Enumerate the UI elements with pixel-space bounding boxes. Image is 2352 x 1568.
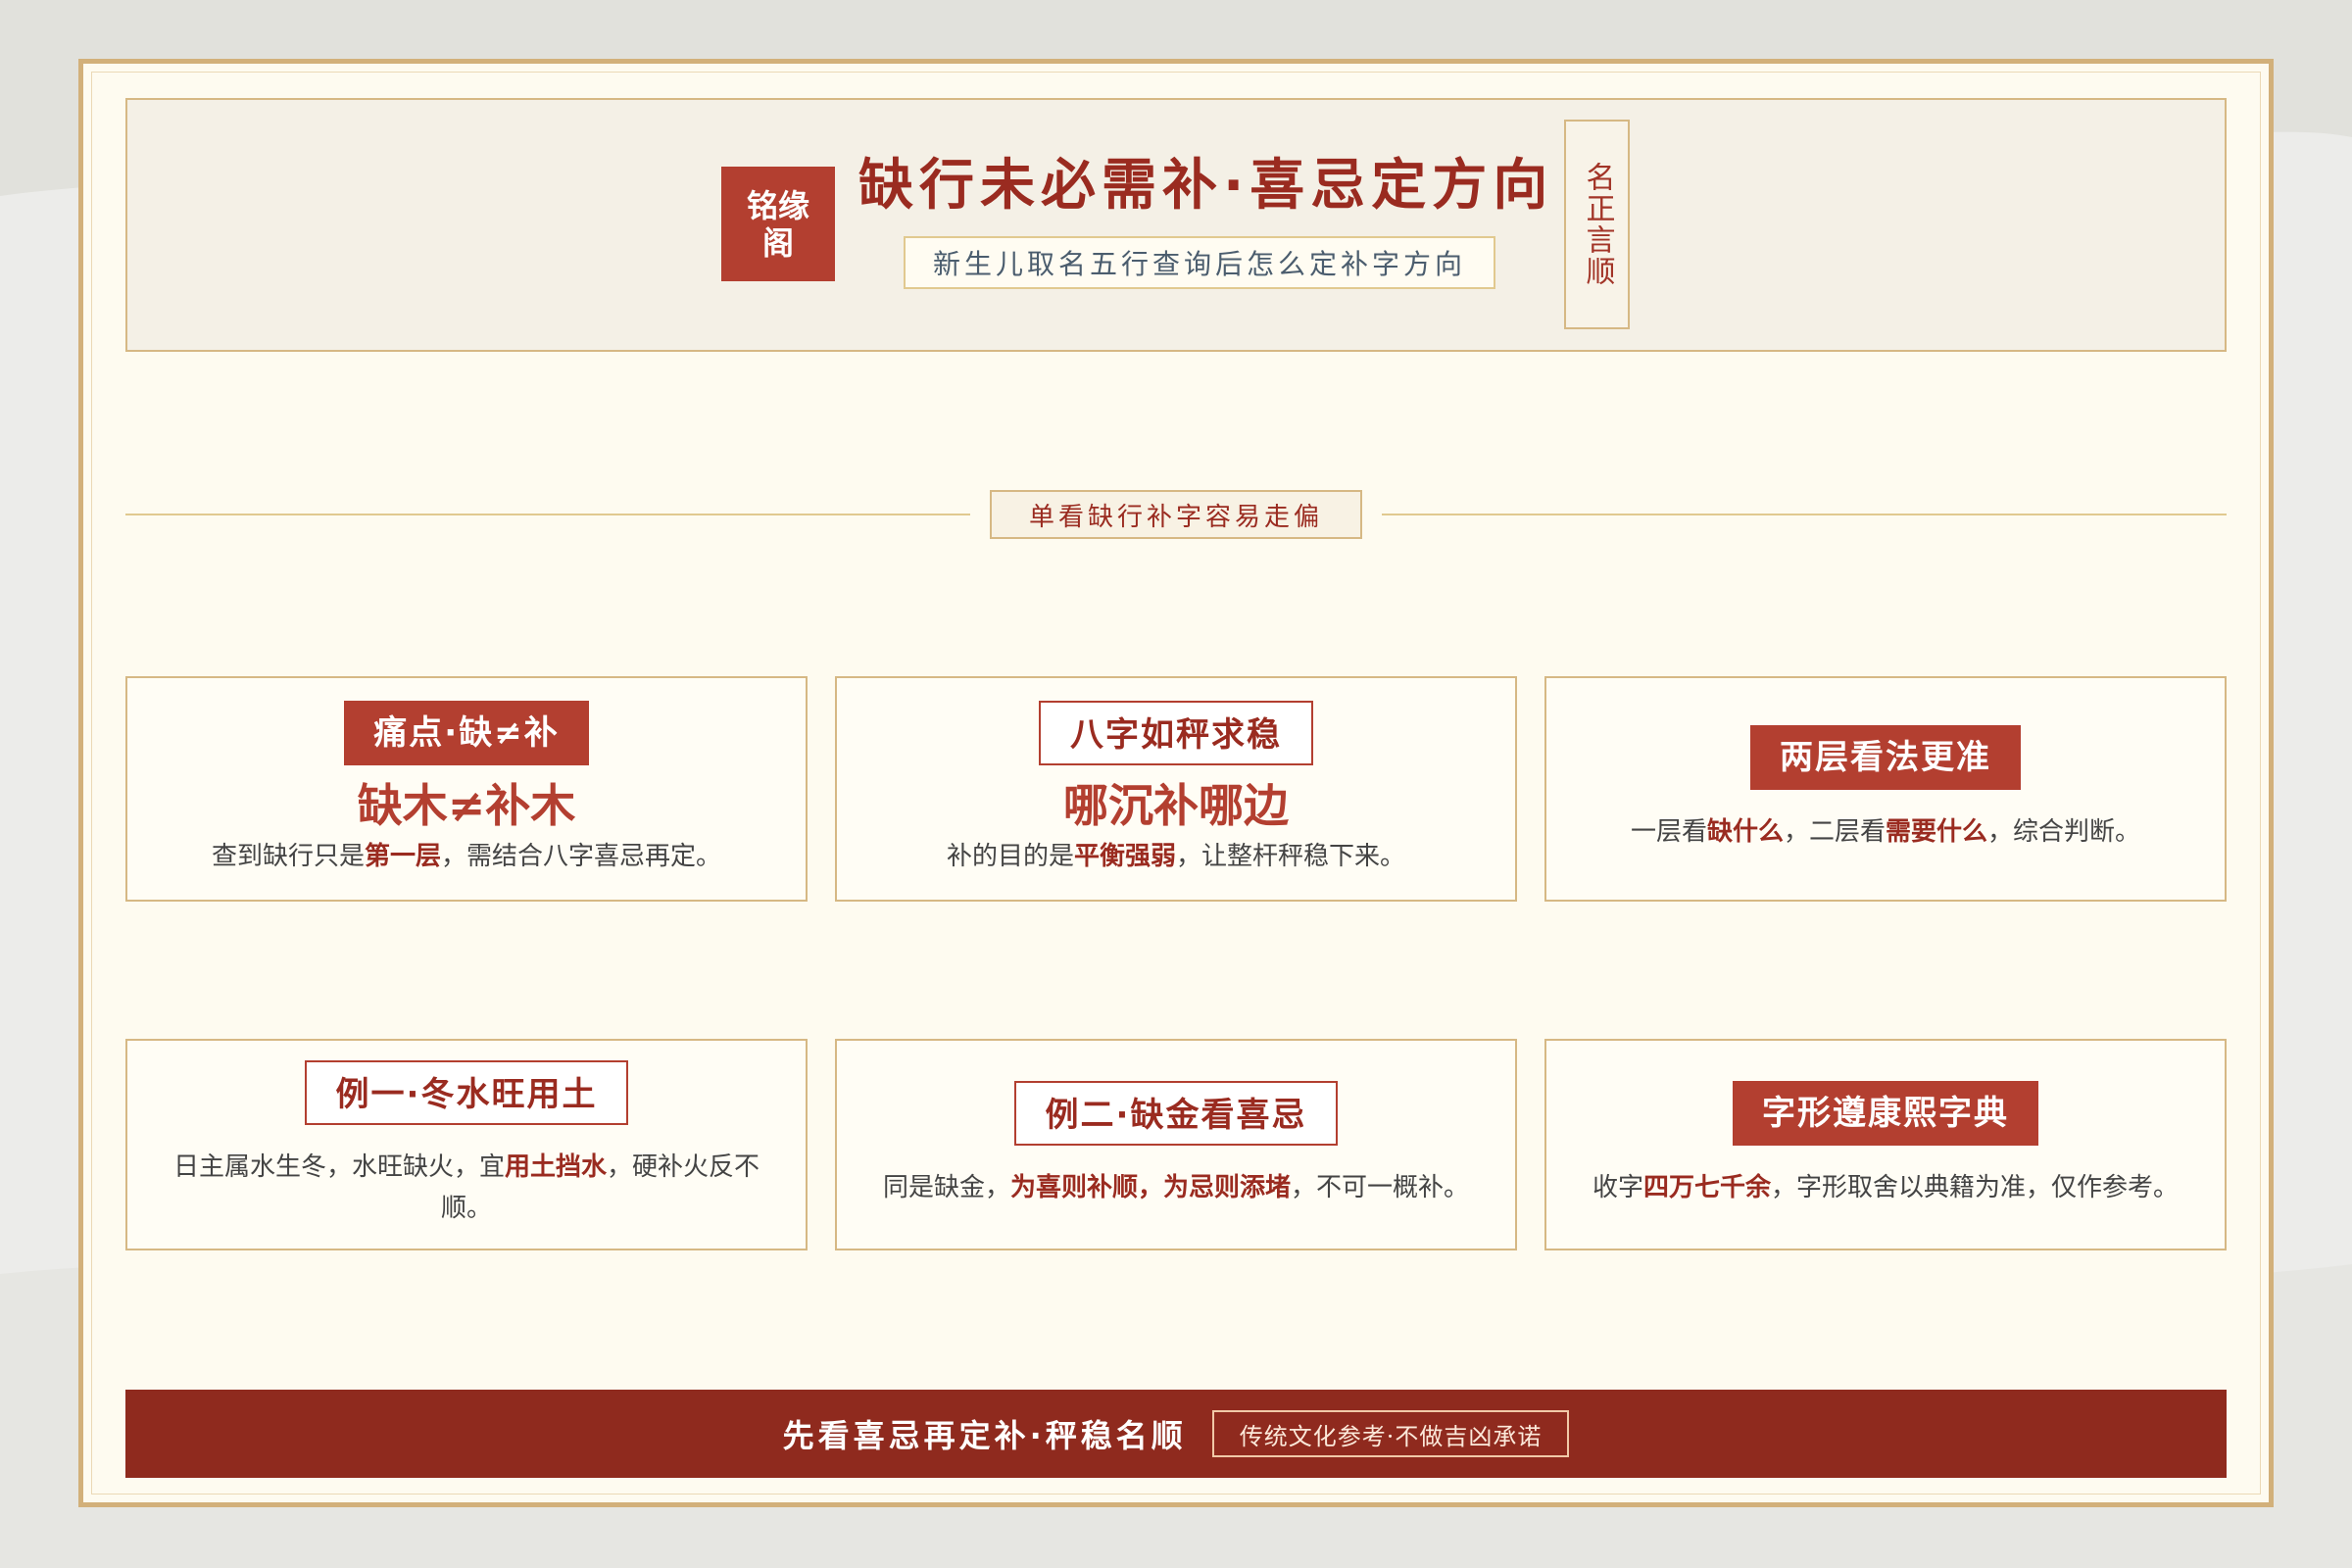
card-description: 同是缺金，为喜则补顺，为忌则添堵，不可一概补。 [861, 1167, 1491, 1208]
card-highlight: 缺什么 [1706, 817, 1784, 847]
card-highlight: 用土挡水 [504, 1152, 607, 1182]
section-heading: 单看缺行补字容易走偏 [990, 490, 1362, 539]
card-highlight: 需要什么 [1886, 817, 1988, 847]
vertical-seal: 名正言顺 [1564, 120, 1630, 329]
card-highlight: 四万七千余 [1642, 1173, 1771, 1202]
card-description: 补的目的是平衡强弱，让整杆秤稳下来。 [925, 836, 1427, 877]
card-description: 收字四万七千余，字形取舍以典籍为准，仅作参考。 [1571, 1167, 2200, 1208]
card-text: 一层看 [1630, 817, 1707, 847]
card-text: 同是缺金， [882, 1173, 1010, 1202]
card-text: ，让整杆秤稳下来。 [1176, 842, 1406, 871]
info-card: 例一·冬水旺用土日主属水生冬，水旺缺火，宜用土挡水，硬补火反不顺。 [125, 1039, 808, 1250]
card-highlight: 第一层 [364, 842, 441, 871]
card-tag: 例二·缺金看喜忌 [1013, 1081, 1339, 1146]
card-description: 日主属水生冬，水旺缺火，宜用土挡水，硬补火反不顺。 [127, 1147, 806, 1229]
info-card: 字形遵康熙字典收字四万七千余，字形取舍以典籍为准，仅作参考。 [1544, 1039, 2227, 1250]
card-text: 日主属水生冬，水旺缺火，宜 [172, 1152, 505, 1182]
brand-logo: 铭缘阁 [721, 167, 835, 281]
card-text: ，字形取舍以典籍为准，仅作参考。 [1771, 1173, 2180, 1202]
footer-banner: 先看喜忌再定补·秤稳名顺 传统文化参考·不做吉凶承诺 [125, 1390, 2227, 1478]
card-tag: 字形遵康熙字典 [1733, 1081, 2038, 1146]
card-highlight: 平衡强弱 [1073, 842, 1176, 871]
info-card: 例二·缺金看喜忌 同是缺金，为喜则补顺，为忌则添堵，不可一概补。 [835, 1039, 1517, 1250]
section-divider-right [1382, 514, 2227, 515]
card-text: ，综合判断。 [1987, 817, 2141, 847]
card-tag: 痛点·缺≠补 [344, 701, 589, 765]
card-text: 补的目的是 [946, 842, 1074, 871]
card-text: 查到缺行只是 [211, 842, 365, 871]
card-title: 缺木≠补木 [357, 779, 576, 832]
info-card: 两层看法更准一层看缺什么，二层看需要什么，综合判断。 [1544, 676, 2227, 902]
brand-logo-text: 铭缘阁 [746, 186, 809, 262]
card-description: 一层看缺什么，二层看需要什么，综合判断。 [1609, 811, 2162, 853]
card-tag: 两层看法更准 [1750, 725, 2021, 790]
card-highlight: 为喜则补顺，为忌则添堵 [1009, 1173, 1291, 1202]
page-title: 缺行未必需补·喜忌定方向 [858, 154, 1554, 218]
section-divider-left [125, 514, 970, 515]
card-text: 收字 [1592, 1173, 1643, 1202]
page-subtitle: 新生儿取名五行查询后怎么定补字方向 [904, 236, 1495, 289]
card-text: ，不可一概补。 [1291, 1173, 1470, 1202]
footer-slogan: 先看喜忌再定补·秤稳名顺 [782, 1417, 1187, 1454]
card-title: 哪沉补哪边 [1063, 779, 1289, 832]
card-tag: 八字如秤求稳 [1039, 701, 1313, 765]
card-description: 查到缺行只是第一层，需结合八字喜忌再定。 [190, 836, 743, 877]
info-card: 痛点·缺≠补 缺木≠补木 查到缺行只是第一层，需结合八字喜忌再定。 [125, 676, 808, 902]
card-tag: 例一·冬水旺用土 [304, 1060, 629, 1125]
card-text: ，需结合八字喜忌再定。 [441, 842, 722, 871]
footer-disclaimer: 传统文化参考·不做吉凶承诺 [1211, 1410, 1570, 1457]
card-text: ，二层看 [1783, 817, 1886, 847]
info-card: 八字如秤求稳 哪沉补哪边 补的目的是平衡强弱，让整杆秤稳下来。 [835, 676, 1517, 902]
